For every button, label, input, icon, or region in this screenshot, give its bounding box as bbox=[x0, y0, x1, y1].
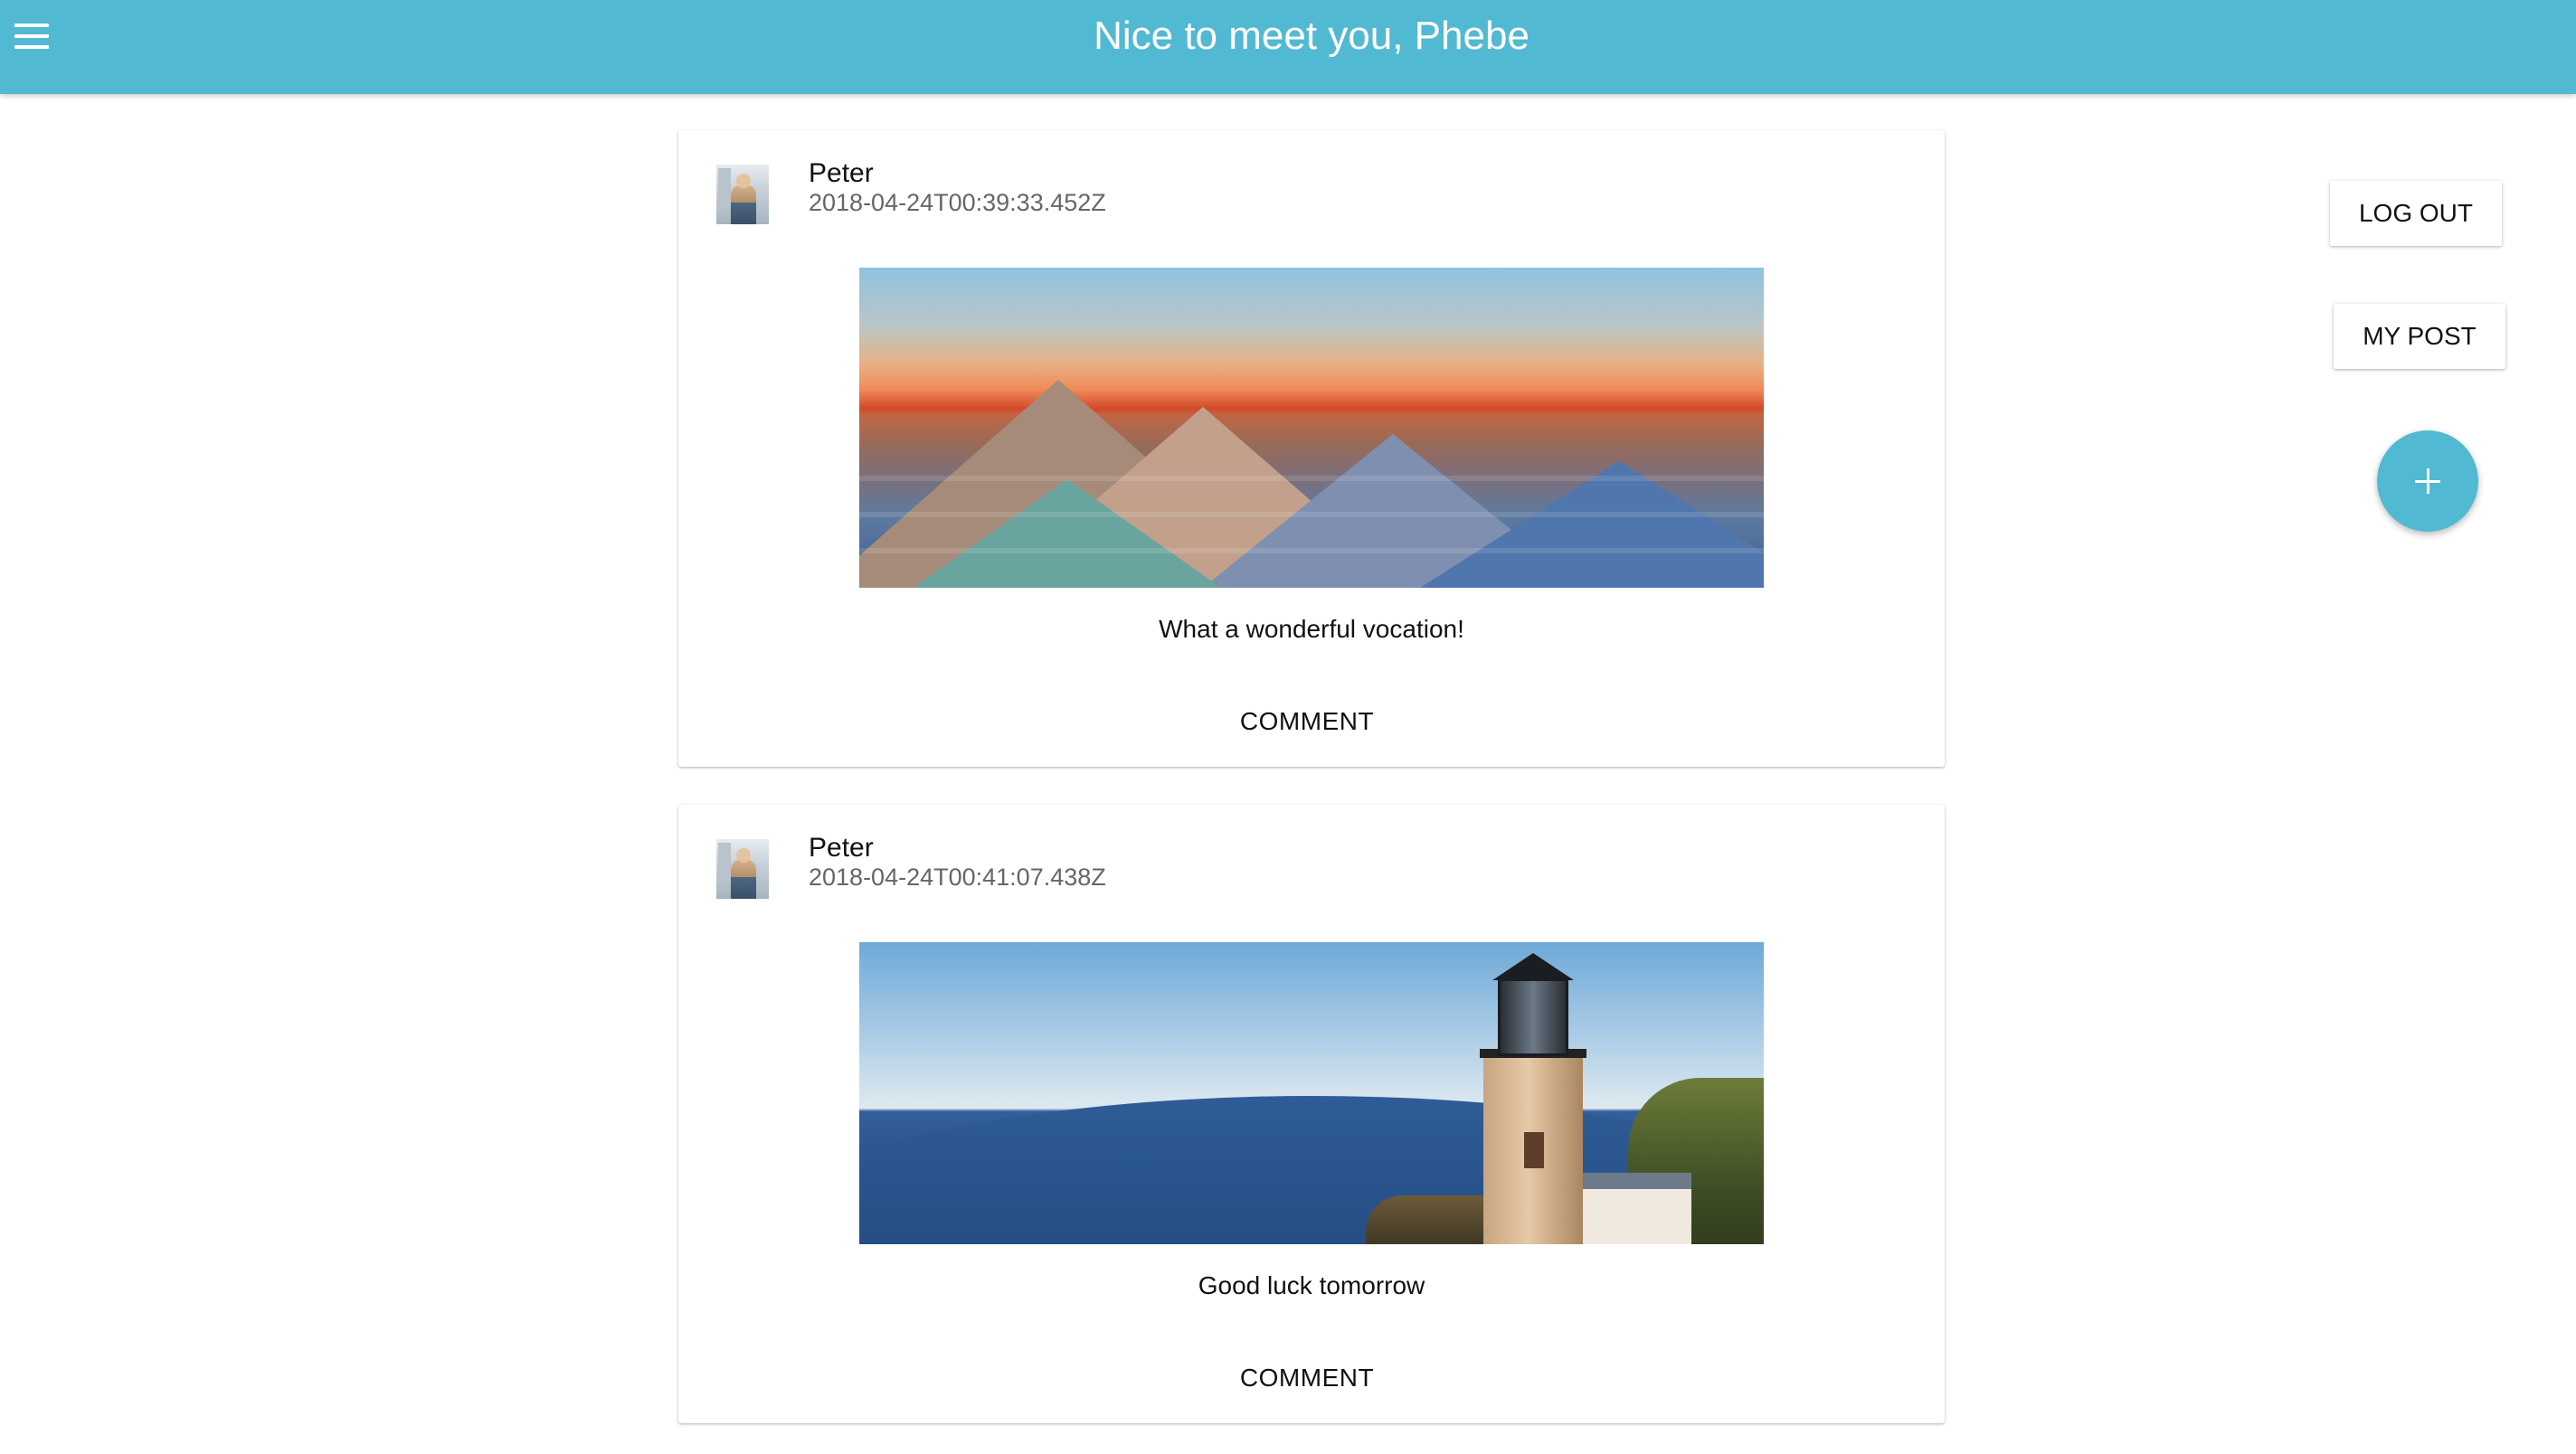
post-image bbox=[859, 942, 1764, 1244]
avatar bbox=[716, 165, 769, 224]
post-card: Peter 2018-04-24T00:39:33.452Z What a wo… bbox=[678, 130, 1945, 767]
my-post-button[interactable]: MY POST bbox=[2334, 304, 2505, 369]
post-author: Peter bbox=[809, 158, 874, 188]
post-author: Peter bbox=[809, 833, 874, 863]
page-title: Nice to meet you, Phebe bbox=[1094, 14, 1530, 58]
comment-button[interactable]: COMMENT bbox=[1221, 696, 1393, 747]
comment-button[interactable]: COMMENT bbox=[1221, 1353, 1393, 1403]
post-image bbox=[859, 268, 1764, 588]
post-card: Peter 2018-04-24T00:41:07.438Z Good luck… bbox=[678, 805, 1945, 1423]
post-timestamp: 2018-04-24T00:41:07.438Z bbox=[809, 864, 1106, 891]
post-timestamp: 2018-04-24T00:39:33.452Z bbox=[809, 189, 1106, 216]
post-caption: What a wonderful vocation! bbox=[1159, 615, 1464, 643]
add-post-button[interactable] bbox=[2377, 430, 2478, 532]
app-bar: Nice to meet you, Phebe bbox=[0, 0, 2576, 94]
post-caption: Good luck tomorrow bbox=[1198, 1271, 1425, 1299]
logout-button[interactable]: LOG OUT bbox=[2330, 181, 2502, 246]
avatar bbox=[716, 839, 769, 899]
